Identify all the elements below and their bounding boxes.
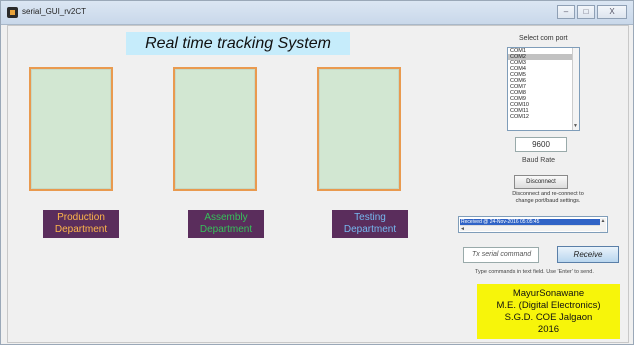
- title-bar[interactable]: serial_GUI_rv2CT – □ X: [1, 1, 633, 25]
- scroll-down-icon[interactable]: ▼: [573, 123, 578, 129]
- author-college: S.G.D. COE Jalgaon: [504, 312, 593, 323]
- author-degree: M.E. (Digital Electronics): [496, 300, 601, 311]
- testing-department-label: Testing Department: [332, 210, 408, 238]
- com-port-list[interactable]: COM1 COM2 COM3 COM4 COM5 COM6 COM7 COM8 …: [507, 47, 580, 131]
- assembly-panel: [173, 67, 257, 191]
- disconnect-button[interactable]: Disconnect: [514, 175, 568, 189]
- receive-button[interactable]: Receive: [557, 246, 619, 263]
- close-button[interactable]: X: [597, 5, 627, 19]
- log-horizontal-scrollbar[interactable]: ◄: [460, 225, 600, 232]
- matlab-icon: [7, 7, 18, 18]
- assembly-department-label: Assembly Department: [188, 210, 264, 238]
- testing-panel: [317, 67, 401, 191]
- reconnect-note: Disconnect and re-connect to change port…: [512, 191, 584, 204]
- list-scrollbar[interactable]: ▼: [572, 48, 579, 130]
- command-help-note: Type commands in text field. Use 'Enter'…: [475, 269, 594, 275]
- page-title: Real time tracking System: [126, 32, 350, 55]
- production-department-label: Production Department: [43, 210, 119, 238]
- tx-command-input[interactable]: Tx serial command: [463, 247, 539, 263]
- author-name: MayurSonawane: [512, 288, 585, 299]
- minimize-button[interactable]: –: [557, 5, 575, 19]
- window-title: serial_GUI_rv2CT: [22, 7, 87, 16]
- baud-rate-label: Baud Rate: [522, 157, 556, 164]
- app-window: serial_GUI_rv2CT – □ X Real time trackin…: [0, 0, 634, 345]
- author-year: 2016: [537, 324, 560, 335]
- com-port-label: Select com port: [519, 35, 568, 42]
- baud-rate-input[interactable]: 9600: [515, 137, 567, 152]
- window-controls: – □ X: [557, 5, 627, 19]
- production-panel: [29, 67, 113, 191]
- maximize-button[interactable]: □: [577, 5, 595, 19]
- list-item[interactable]: COM12: [508, 114, 579, 120]
- author-credit: MayurSonawane M.E. (Digital Electronics)…: [477, 284, 620, 339]
- log-vertical-scrollbar[interactable]: ▲: [600, 218, 606, 232]
- receive-log[interactable]: Received @ 24-Nov-2016 05:05:45 ◄ ▲: [458, 216, 608, 233]
